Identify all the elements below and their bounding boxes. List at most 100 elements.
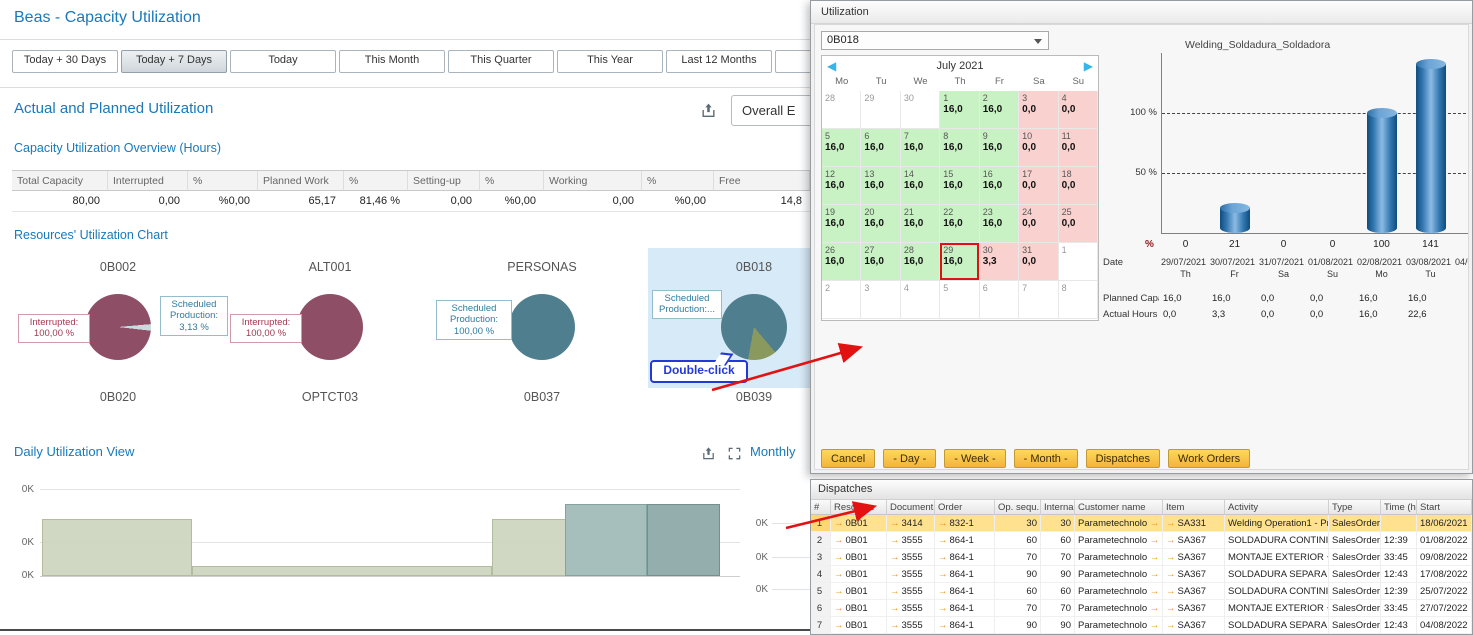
dispatch-cell[interactable]: →3555 <box>887 600 935 617</box>
dispatch-cell[interactable]: →3555 <box>887 532 935 549</box>
pie-chart-0b018[interactable] <box>721 294 787 360</box>
link-arrow-icon[interactable]: → <box>834 535 844 546</box>
calendar-cell-29[interactable]: 29 <box>861 91 900 129</box>
calendar-cell-21[interactable]: 2116,0 <box>901 205 940 243</box>
link-arrow-icon[interactable]: → <box>938 552 948 563</box>
dispatch-cell[interactable]: →SA367 <box>1163 532 1225 549</box>
dispatch-cell[interactable]: 90 <box>1041 566 1075 583</box>
calendar-cell-6[interactable]: 616,0 <box>861 129 900 167</box>
dispatch-cell[interactable]: Parametechnolo → <box>1075 600 1163 617</box>
dispatch-cell[interactable]: Parametechnolo → <box>1075 566 1163 583</box>
dispatch-cell[interactable]: 7 <box>811 617 831 634</box>
calendar-cell-31[interactable]: 310,0 <box>1019 243 1058 281</box>
dispatch-column-header-internal[interactable]: Internal <box>1041 500 1075 515</box>
calendar-cell-6[interactable]: 6 <box>980 281 1019 319</box>
link-arrow-icon[interactable]: → <box>1150 603 1160 614</box>
dispatch-cell[interactable]: →0B01 <box>831 600 887 617</box>
dispatch-cell[interactable]: 3 <box>811 549 831 566</box>
dispatch-column-header-resource[interactable]: Resource <box>831 500 887 515</box>
calendar-cell-27[interactable]: 2716,0 <box>861 243 900 281</box>
pie-chart-alt001[interactable] <box>297 294 363 360</box>
link-arrow-icon[interactable]: → <box>1150 569 1160 580</box>
link-arrow-icon[interactable]: → <box>1166 535 1176 546</box>
link-arrow-icon[interactable]: → <box>1166 620 1176 631</box>
calendar-cell-12[interactable]: 1216,0 <box>822 167 861 205</box>
calendar-cell-16[interactable]: 1616,0 <box>980 167 1019 205</box>
dispatch-cell[interactable]: SOLDADURA SEPARAI <box>1225 617 1329 634</box>
dispatch-cell[interactable]: 09/08/2022 <box>1417 549 1472 566</box>
link-arrow-icon[interactable]: → <box>1166 603 1176 614</box>
filter-button-this-quarter[interactable]: This Quarter <box>448 50 554 73</box>
action-button-week[interactable]: - Week - <box>944 449 1005 468</box>
dispatch-cell[interactable]: →864-1 <box>935 600 995 617</box>
dispatch-cell[interactable]: MONTAJE EXTERIOR + <box>1225 549 1329 566</box>
pie-chart-0b002[interactable] <box>85 294 151 360</box>
dispatch-column-header-customer-name[interactable]: Customer name <box>1075 500 1163 515</box>
action-button-dispatches[interactable]: Dispatches <box>1086 449 1160 468</box>
dispatch-cell[interactable]: →3555 <box>887 549 935 566</box>
dispatch-cell[interactable]: SalesOrder <box>1329 515 1381 532</box>
dispatch-cell[interactable]: 60 <box>1041 532 1075 549</box>
calendar-cell-15[interactable]: 1516,0 <box>940 167 979 205</box>
filter-button-today[interactable]: Today <box>230 50 336 73</box>
dispatch-cell[interactable]: →SA367 <box>1163 549 1225 566</box>
dispatch-cell[interactable]: 33:45 <box>1381 549 1417 566</box>
dispatch-cell[interactable]: SalesOrder <box>1329 549 1381 566</box>
calendar-cell-3[interactable]: 3 <box>861 281 900 319</box>
dispatch-cell[interactable]: SOLDADURA SEPARAI <box>1225 566 1329 583</box>
dispatch-column-header-time-hr-total[interactable]: Time (hr.) Total <box>1381 500 1417 515</box>
dispatch-cell[interactable]: →0B01 <box>831 549 887 566</box>
dispatch-cell[interactable]: →SA331 <box>1163 515 1225 532</box>
link-arrow-icon[interactable]: → <box>1150 552 1160 563</box>
dispatch-cell[interactable]: →3555 <box>887 617 935 634</box>
dispatch-cell[interactable]: SalesOrder <box>1329 532 1381 549</box>
dispatch-cell[interactable]: 5 <box>811 583 831 600</box>
calendar-cell-2[interactable]: 2 <box>822 281 861 319</box>
dispatch-cell[interactable]: 12:39 <box>1381 532 1417 549</box>
dispatch-cell[interactable]: 60 <box>1041 583 1075 600</box>
link-arrow-icon[interactable]: → <box>834 620 844 631</box>
calendar-cell-30[interactable]: 303,3 <box>980 243 1019 281</box>
link-arrow-icon[interactable]: → <box>938 535 948 546</box>
dispatch-cell[interactable]: 30 <box>1041 515 1075 532</box>
dispatch-cell[interactable]: →0B01 <box>831 566 887 583</box>
calendar-cell-4[interactable]: 4 <box>901 281 940 319</box>
dispatch-cell[interactable]: 6 <box>811 600 831 617</box>
link-arrow-icon[interactable]: → <box>1166 586 1176 597</box>
dispatch-cell[interactable]: →832-1 <box>935 515 995 532</box>
dispatch-cell[interactable]: →864-1 <box>935 583 995 600</box>
calendar-cell-3[interactable]: 30,0 <box>1019 91 1058 129</box>
dispatch-cell[interactable]: SalesOrder <box>1329 566 1381 583</box>
dispatch-cell[interactable]: →SA367 <box>1163 566 1225 583</box>
calendar-cell-5[interactable]: 516,0 <box>822 129 861 167</box>
calendar-cell-10[interactable]: 100,0 <box>1019 129 1058 167</box>
link-arrow-icon[interactable]: → <box>1150 586 1160 597</box>
dispatch-cell[interactable]: 70 <box>995 549 1041 566</box>
dispatch-cell[interactable]: 90 <box>1041 617 1075 634</box>
dispatch-column-header-op-sequ[interactable]: Op. sequ.. <box>995 500 1041 515</box>
dispatch-cell[interactable]: 2 <box>811 532 831 549</box>
dispatch-column-header-[interactable]: # <box>811 500 831 515</box>
export-icon[interactable] <box>700 102 717 119</box>
calendar-cell-5[interactable]: 5 <box>940 281 979 319</box>
calendar-cell-26[interactable]: 2616,0 <box>822 243 861 281</box>
calendar-cell-29[interactable]: 2916,0 <box>940 243 979 281</box>
link-arrow-icon[interactable]: → <box>890 518 900 529</box>
link-arrow-icon[interactable]: → <box>1150 535 1160 546</box>
link-arrow-icon[interactable]: → <box>1150 518 1160 529</box>
calendar-cell-8[interactable]: 816,0 <box>940 129 979 167</box>
calendar-cell-18[interactable]: 180,0 <box>1059 167 1098 205</box>
dispatch-cell[interactable]: 4 <box>811 566 831 583</box>
link-arrow-icon[interactable]: → <box>890 586 900 597</box>
calendar-cell-22[interactable]: 2216,0 <box>940 205 979 243</box>
calendar-cell-14[interactable]: 1416,0 <box>901 167 940 205</box>
calendar-cell-7[interactable]: 716,0 <box>901 129 940 167</box>
dispatch-cell[interactable]: Parametechnolo → <box>1075 515 1163 532</box>
dispatch-cell[interactable]: 90 <box>995 566 1041 583</box>
link-arrow-icon[interactable]: → <box>938 518 948 529</box>
calendar-cell-19[interactable]: 1916,0 <box>822 205 861 243</box>
filter-button-today-7-days[interactable]: Today + 7 Days <box>121 50 227 73</box>
calendar-cell-28[interactable]: 28 <box>822 91 861 129</box>
export-icon[interactable] <box>701 446 716 461</box>
dispatch-cell[interactable]: 60 <box>995 532 1041 549</box>
